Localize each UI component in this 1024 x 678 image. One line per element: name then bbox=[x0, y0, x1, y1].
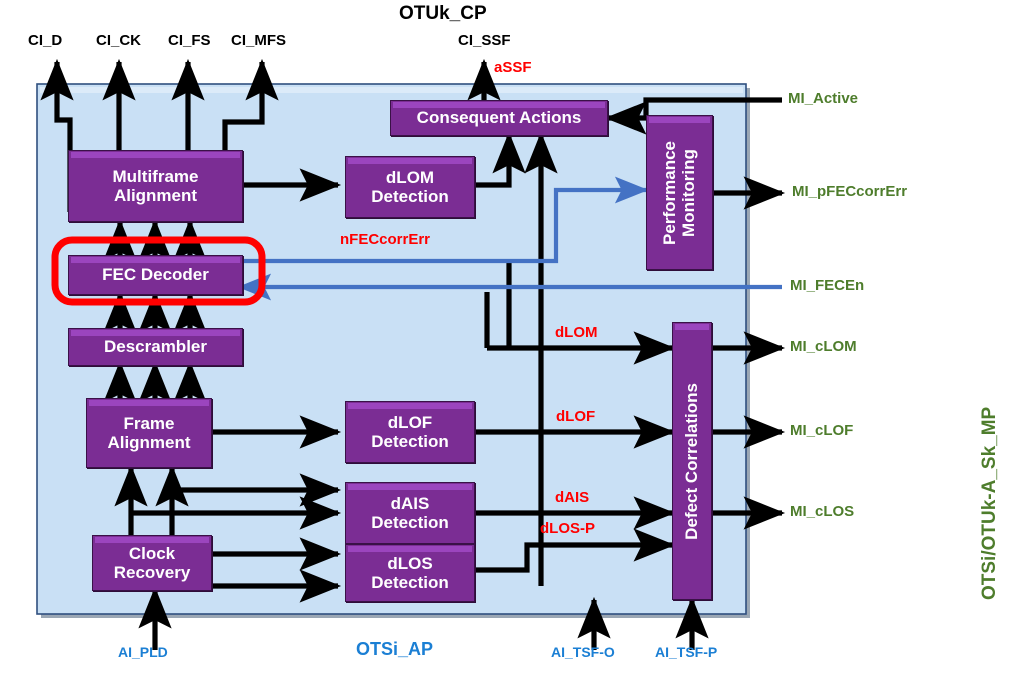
label-ai-tsf-o: AI_TSF-O bbox=[551, 644, 615, 660]
block-dlof-detection-label: dLOF Detection bbox=[371, 412, 449, 451]
block-dlos-detection[interactable]: dLOS Detection bbox=[345, 544, 475, 602]
block-frame-alignment[interactable]: Frame Alignment bbox=[86, 398, 212, 468]
block-dais-detection[interactable]: dAIS Detection bbox=[345, 482, 475, 544]
block-frame-alignment-label: Frame Alignment bbox=[107, 413, 191, 452]
block-fec-decoder[interactable]: FEC Decoder bbox=[68, 255, 243, 295]
label-dlos-p: dLOS-P bbox=[540, 520, 595, 537]
block-consequent-actions-label: Consequent Actions bbox=[416, 108, 582, 128]
block-consequent-actions[interactable]: Consequent Actions bbox=[390, 100, 608, 136]
label-mi-clom: MI_cLOM bbox=[790, 338, 857, 355]
label-assf: aSSF bbox=[494, 59, 532, 76]
block-multiframe-alignment[interactable]: Multiframe Alignment bbox=[68, 150, 243, 222]
block-performance-monitoring[interactable]: Performance Monitoring bbox=[646, 115, 713, 270]
label-ci-mfs: CI_MFS bbox=[231, 32, 287, 49]
block-defect-correlations-label: Defect Correlations bbox=[682, 382, 702, 540]
block-clock-recovery-label: Clock Recovery bbox=[113, 543, 191, 582]
title-otsi-otuk-a-sk-mp: OTSi/OTUk-A_Sk_MP bbox=[979, 406, 1000, 600]
block-dais-detection-label: dAIS Detection bbox=[371, 493, 449, 532]
block-dlom-detection[interactable]: dLOM Detection bbox=[345, 156, 475, 218]
label-ai-tsf-p: AI_TSF-P bbox=[655, 644, 718, 660]
label-ci-ck: CI_CK bbox=[96, 32, 142, 49]
label-dais: dAIS bbox=[555, 489, 590, 506]
title-otsi-ap: OTSi_AP bbox=[356, 639, 434, 659]
block-multiframe-alignment-label: Multiframe Alignment bbox=[112, 166, 199, 205]
label-mi-pfeccorrerr: MI_pFECcorrErr bbox=[792, 183, 908, 200]
block-fec-decoder-label: FEC Decoder bbox=[102, 265, 209, 285]
block-dlos-detection-label: dLOS Detection bbox=[371, 553, 449, 592]
label-dlom: dLOM bbox=[555, 324, 598, 341]
label-ci-d: CI_D bbox=[28, 32, 63, 49]
diagram-canvas: Multiframe Alignment FEC Decoder Descramb… bbox=[0, 0, 1024, 678]
label-ci-fs: CI_FS bbox=[168, 32, 211, 49]
block-dlof-detection[interactable]: dLOF Detection bbox=[345, 401, 475, 463]
label-nfeccorrerr: nFECcorrErr bbox=[340, 231, 431, 248]
label-dlof: dLOF bbox=[556, 408, 596, 425]
title-otuk-cp: OTUk_CP bbox=[399, 3, 487, 24]
block-descrambler-label: Descrambler bbox=[103, 337, 207, 357]
block-descrambler[interactable]: Descrambler bbox=[68, 328, 243, 366]
label-mi-clos: MI_cLOS bbox=[790, 503, 855, 520]
label-ai-pld: AI_PLD bbox=[118, 644, 168, 660]
label-mi-clof: MI_cLOF bbox=[790, 422, 854, 439]
label-mi-fecen: MI_FECEn bbox=[790, 277, 865, 294]
block-dlom-detection-label: dLOM Detection bbox=[371, 167, 449, 206]
block-defect-correlations[interactable]: Defect Correlations bbox=[672, 322, 712, 600]
block-performance-monitoring-label: Performance Monitoring bbox=[660, 140, 699, 245]
label-mi-active: MI_Active bbox=[788, 90, 859, 107]
block-clock-recovery[interactable]: Clock Recovery bbox=[92, 535, 212, 591]
label-ci-ssf: CI_SSF bbox=[458, 32, 511, 49]
